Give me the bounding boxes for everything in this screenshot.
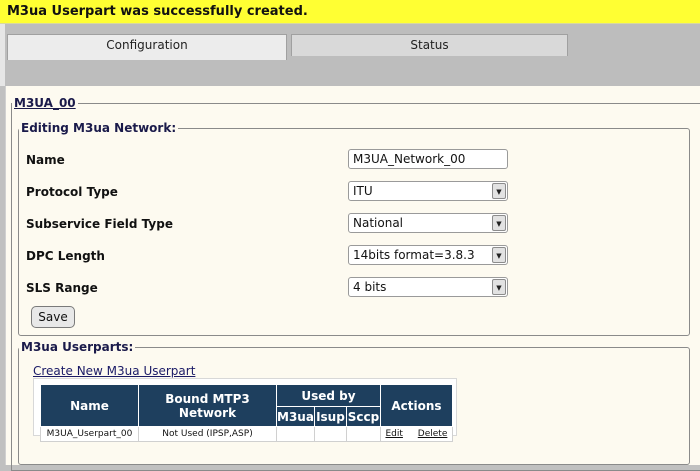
protocol-type-select[interactable]: ITU ▼ [348, 181, 508, 201]
delete-link[interactable]: Delete [418, 429, 448, 439]
success-message: M3ua Userpart was successfully created. [7, 4, 308, 19]
protocol-type-row: Protocol Type ITU ▼ [26, 181, 666, 205]
m3ua-section-title: M3UA_00 [14, 96, 76, 110]
success-banner: M3ua Userpart was successfully created. [0, 0, 700, 24]
table-row: M3UA_Userpart_00 Not Used (IPSP,ASP) Edi… [40, 426, 453, 442]
name-label: Name [26, 153, 65, 167]
edit-link[interactable]: Edit [385, 429, 402, 439]
dpc-length-select[interactable]: 14bits format=3.8.3 ▼ [348, 245, 508, 265]
subservice-label: Subservice Field Type [26, 217, 173, 231]
main-content: M3UA_00 Editing M3ua Network: Name M3UA_… [5, 86, 700, 471]
protocol-type-label: Protocol Type [26, 185, 118, 199]
cell-bound: Not Used (IPSP,ASP) [138, 426, 277, 442]
create-userpart-link[interactable]: Create New M3ua Userpart [33, 364, 195, 378]
subservice-value: National [353, 216, 404, 230]
userparts-table: Name Bound MTP3 Network Used by Actions … [40, 384, 453, 442]
tab-status[interactable]: Status [291, 34, 568, 56]
name-row: Name M3UA_Network_00 [26, 149, 666, 173]
chevron-down-icon[interactable]: ▼ [492, 183, 506, 199]
chevron-down-icon[interactable]: ▼ [492, 279, 506, 295]
col-bound-header: Bound MTP3 Network [138, 384, 277, 427]
subservice-select[interactable]: National ▼ [348, 213, 508, 233]
dpc-length-value: 14bits format=3.8.3 [353, 248, 475, 262]
tab-configuration[interactable]: Configuration [7, 34, 287, 60]
tab-bar: Configuration Status [0, 24, 700, 86]
userparts-table-wrapper: Name Bound MTP3 Network Used by Actions … [33, 378, 457, 442]
col-isup-header: Isup [313, 406, 347, 427]
col-name-header: Name [40, 384, 139, 427]
col-sccp-header: Sccp [345, 406, 381, 427]
dpc-length-row: DPC Length 14bits format=3.8.3 ▼ [26, 245, 666, 269]
cell-name: M3UA_Userpart_00 [40, 426, 139, 442]
edit-network-legend: Editing M3ua Network: [21, 121, 177, 135]
col-used-by-header: Used by [276, 384, 381, 407]
col-m3ua-header: M3ua [276, 406, 315, 427]
name-input[interactable]: M3UA_Network_00 [348, 149, 508, 169]
cell-sccp [345, 426, 381, 442]
cell-actions: Edit Delete [379, 426, 453, 442]
cell-isup [313, 426, 347, 442]
sls-range-value: 4 bits [353, 280, 387, 294]
sls-range-select[interactable]: 4 bits ▼ [348, 277, 508, 297]
userparts-legend: M3ua Userparts: [21, 340, 134, 354]
sls-range-row: SLS Range 4 bits ▼ [26, 277, 666, 301]
chevron-down-icon[interactable]: ▼ [492, 247, 506, 263]
protocol-type-value: ITU [353, 184, 373, 198]
cell-m3ua [276, 426, 315, 442]
save-button[interactable]: Save [31, 306, 75, 328]
chevron-down-icon[interactable]: ▼ [492, 215, 506, 231]
subservice-row: Subservice Field Type National ▼ [26, 213, 666, 237]
sls-range-label: SLS Range [26, 281, 98, 295]
dpc-length-label: DPC Length [26, 249, 105, 263]
col-actions-header: Actions [379, 384, 453, 427]
